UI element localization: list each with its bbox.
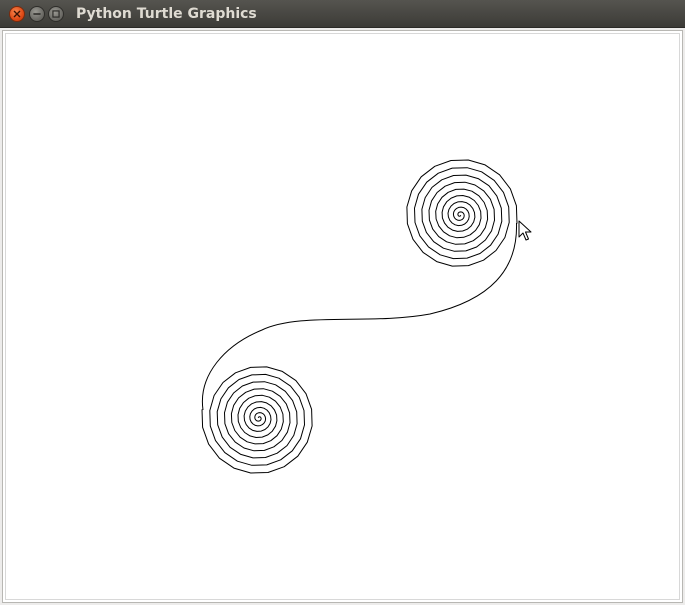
turtle-drawing xyxy=(201,159,532,474)
turtle-window: Python Turtle Graphics xyxy=(0,0,685,605)
arrow-cursor-icon xyxy=(518,220,532,241)
double-spiral-curve xyxy=(201,159,518,474)
